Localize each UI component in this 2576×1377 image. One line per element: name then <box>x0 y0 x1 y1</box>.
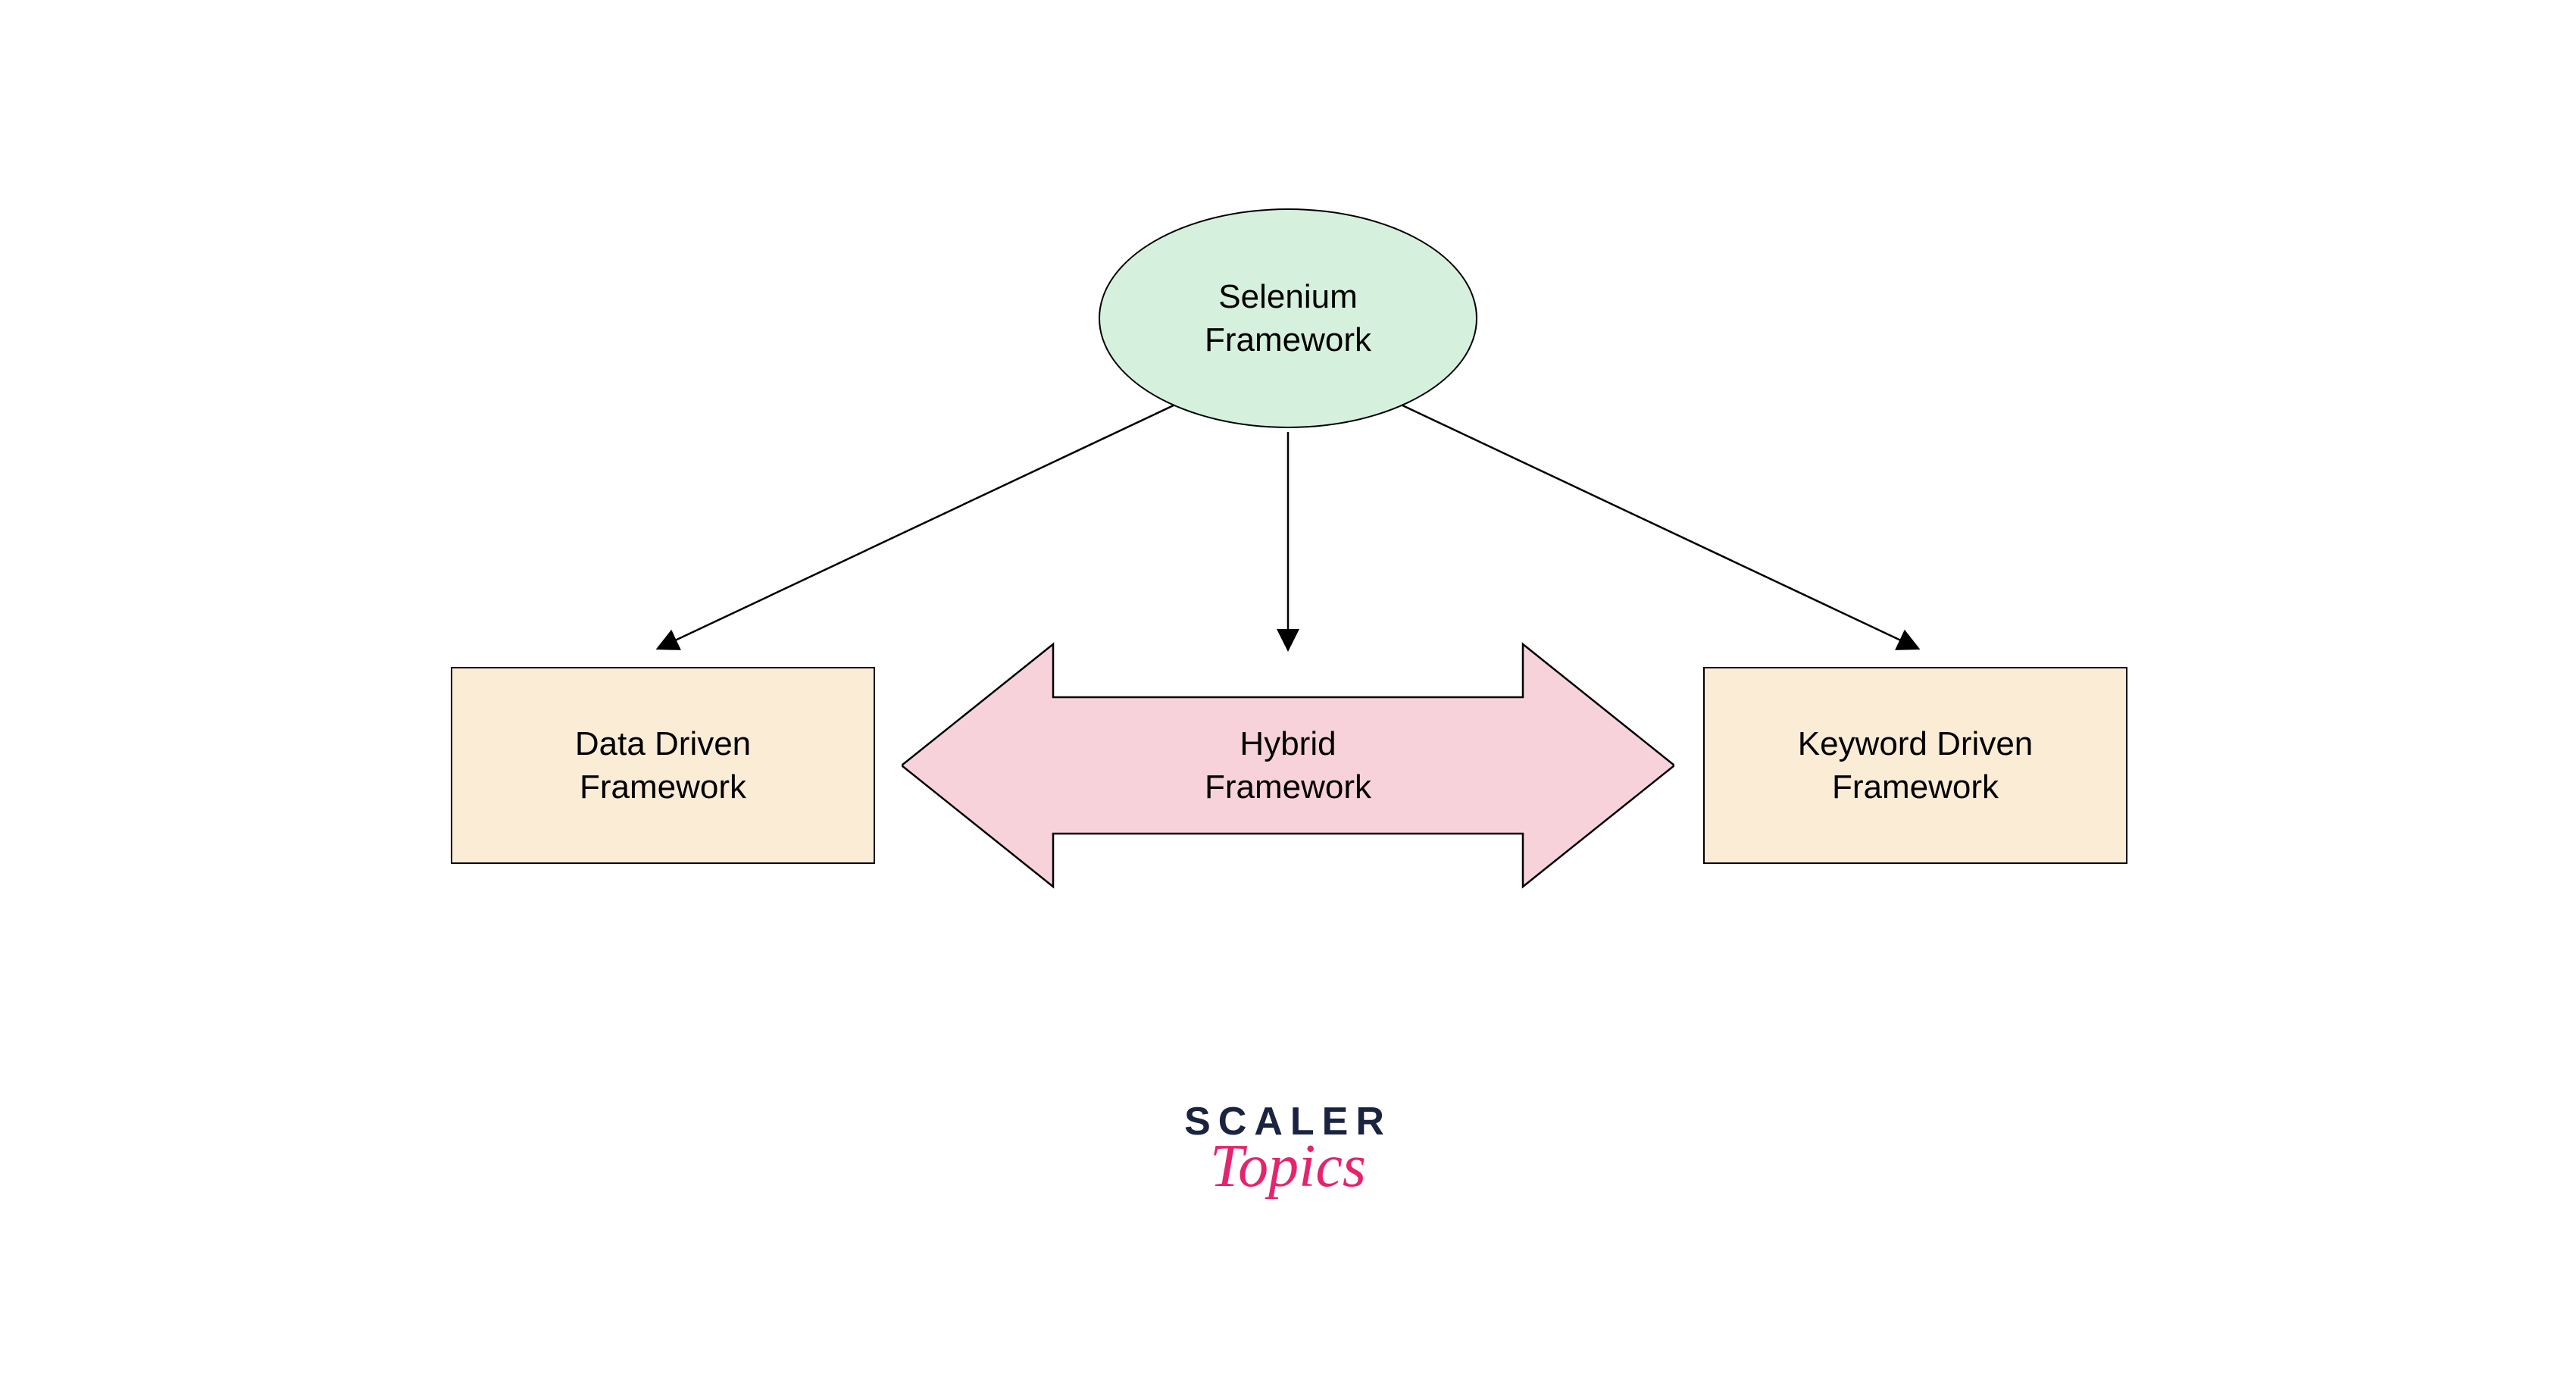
root-line1: Selenium <box>1218 278 1357 315</box>
left-line2: Framework <box>580 768 746 806</box>
brand-logo: SCALER Topics <box>1144 1099 1432 1201</box>
root-node-ellipse: Selenium Framework <box>1099 208 1477 428</box>
right-node-rect: Keyword Driven Framework <box>1703 667 2127 864</box>
center-line1: Hybrid <box>1240 725 1336 762</box>
center-line2: Framework <box>1205 768 1371 806</box>
left-line1: Data Driven <box>575 725 751 762</box>
left-node-label: Data Driven Framework <box>575 722 751 809</box>
center-node-label: Hybrid Framework <box>1205 722 1371 809</box>
left-node-rect: Data Driven Framework <box>451 667 875 864</box>
right-node-label: Keyword Driven Framework <box>1798 722 2034 809</box>
root-node-label: Selenium Framework <box>1205 275 1371 361</box>
diagram-container: Selenium Framework Data Driven Framework… <box>0 0 2576 1377</box>
right-line2: Framework <box>1832 768 1999 806</box>
center-node-arrow: Hybrid Framework <box>902 618 1674 913</box>
right-line1: Keyword Driven <box>1798 725 2034 762</box>
logo-sub-text: Topics <box>1210 1132 1366 1201</box>
root-line2: Framework <box>1205 321 1371 358</box>
